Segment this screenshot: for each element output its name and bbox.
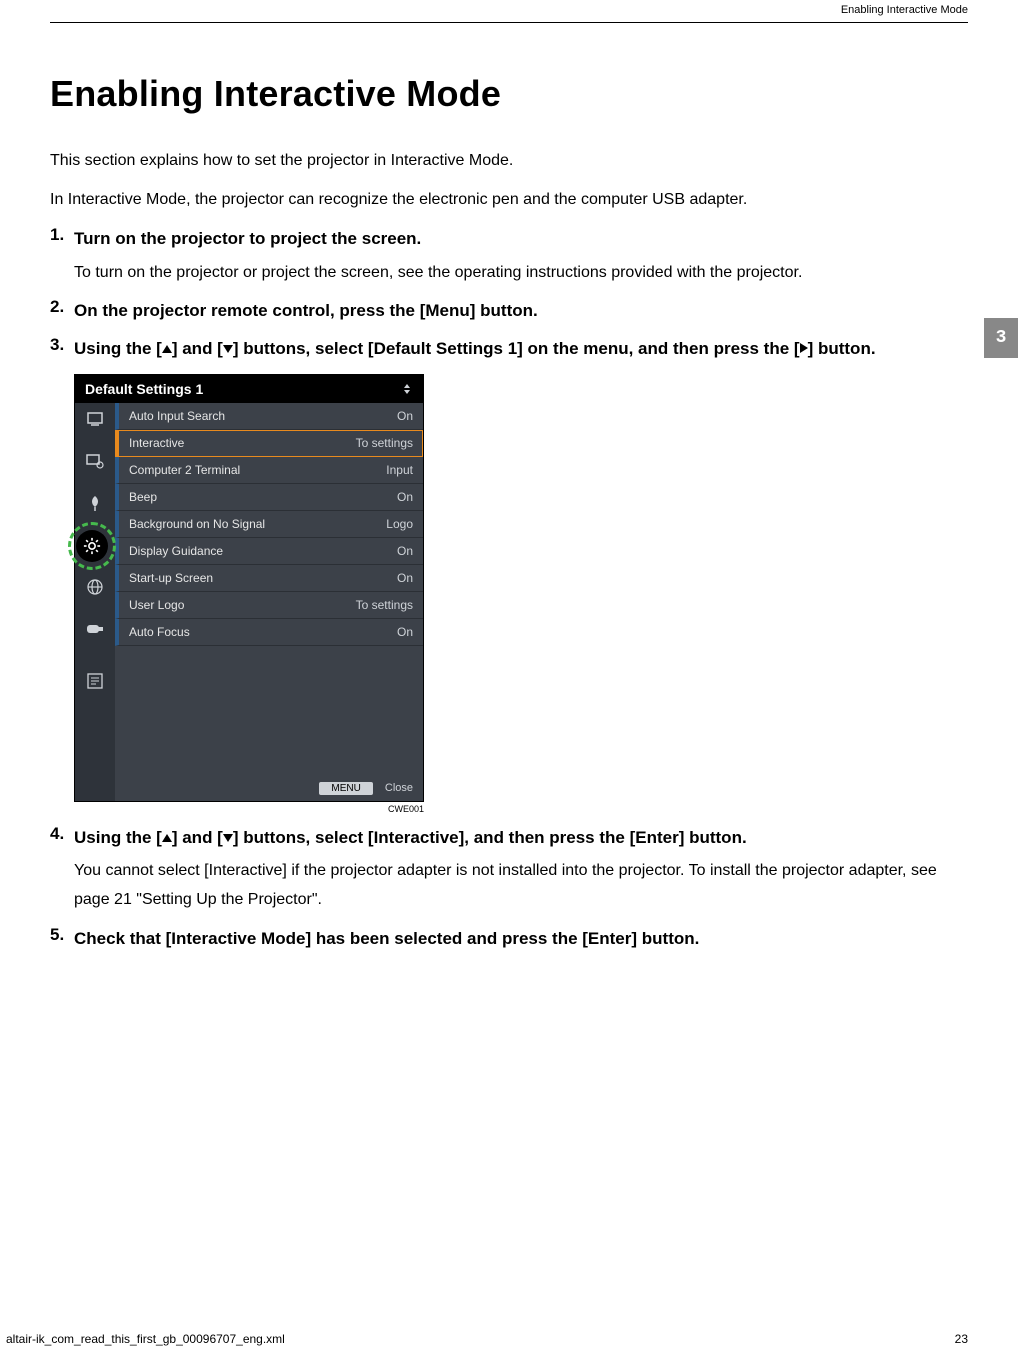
up-triangle-icon [162,834,172,842]
page-title: Enabling Interactive Mode [50,73,968,115]
menu-row-label: Interactive [129,436,184,450]
figure-caption: CWE001 [74,802,424,814]
menu-row[interactable]: Auto Focus On [115,619,423,646]
step-body: You cannot select [Interactive] if the p… [74,857,968,915]
step-number: 2. [50,297,64,317]
footer-filename: altair-ik_com_read_this_first_gb_0009670… [6,1332,285,1346]
step-1: 1. Turn on the projector to project the … [74,225,968,287]
menu-row-label: Display Guidance [129,544,223,558]
down-triangle-icon [223,834,233,842]
menu-empty-area [115,646,423,776]
menu-row[interactable]: Auto Input Search On [115,403,423,430]
chapter-tab: 3 [984,318,1018,358]
text-fragment: ] buttons, select [Default Settings 1] o… [233,339,800,358]
screen-icon [85,409,105,429]
text-fragment: ] and [ [172,828,223,847]
right-triangle-icon [800,343,808,353]
menu-row[interactable]: Computer 2 Terminal Input [115,457,423,484]
down-triangle-icon [223,345,233,353]
text-fragment: Using the [ [74,339,162,358]
breadcrumb: Enabling Interactive Mode [841,4,968,22]
step-heading: Using the [ ] and [ ] buttons, select [Int… [74,824,968,851]
menu-sidebar-icons [75,403,115,801]
gear-1-icon [76,530,108,562]
menu-row-value: To settings [356,598,413,612]
menu-row-value: On [397,625,413,639]
text-fragment: ] button. [808,339,876,358]
menu-row-value: Input [386,463,413,477]
usb-icon [85,619,105,639]
menu-row[interactable]: Background on No Signal Logo [115,511,423,538]
menu-footer: MENU Close [115,776,423,801]
menu-rows: Auto Input Search On Interactive To settin… [115,403,423,801]
intro-paragraph-1: This section explains how to set the pro… [50,147,968,174]
menu-row-label: Auto Focus [129,625,190,639]
menu-row[interactable]: Beep On [115,484,423,511]
menu-row[interactable]: User Logo To settings [115,592,423,619]
menu-row[interactable]: Display Guidance On [115,538,423,565]
footer-page-number: 23 [955,1332,968,1346]
menu-row-value: On [397,409,413,423]
step-2: 2. On the projector remote control, pres… [74,297,968,324]
text-fragment: Using the [ [74,828,162,847]
menu-title-bar: Default Settings 1 [75,375,423,403]
menu-row[interactable]: Start-up Screen On [115,565,423,592]
menu-row-label: Start-up Screen [129,571,213,585]
text-fragment: ] buttons, select [Interactive], and the… [233,828,747,847]
scroll-indicator-icon [401,383,413,395]
step-4: 4. Using the [] and [] buttons, select [… [74,824,968,915]
network-icon [85,577,105,597]
menu-close-label: Close [385,782,413,794]
step-number: 1. [50,225,64,245]
intro-paragraph-2: In Interactive Mode, the projector can r… [50,186,968,213]
screen-gear-icon [85,451,105,471]
page-footer: altair-ik_com_read_this_first_gb_0009670… [0,1332,1018,1346]
step-heading: Check that [Interactive Mode] has been s… [74,925,968,952]
menu-row-value: On [397,544,413,558]
info-icon [85,671,105,691]
step-3: 3. Using the [] and [] buttons, select [… [74,335,968,814]
menu-screenshot: Default Settings 1 [74,374,424,814]
menu-title-text: Default Settings 1 [85,381,203,397]
menu-row-label: User Logo [129,598,184,612]
menu-row-label: Beep [129,490,157,504]
menu-row-value: To settings [356,436,413,450]
menu-row-value: On [397,571,413,585]
menu-row-label: Background on No Signal [129,517,265,531]
step-heading: On the projector remote control, press t… [74,297,968,324]
step-body: To turn on the projector or project the … [74,259,968,288]
horizontal-rule [50,22,968,23]
step-number: 5. [50,925,64,945]
step-number: 3. [50,335,64,355]
menu-row-value: Logo [386,517,413,531]
menu-row-value: On [397,490,413,504]
step-heading: Using the [ ] and [ ] buttons, select [Def… [74,335,968,362]
up-triangle-icon [162,345,172,353]
eco-icon [85,493,105,513]
step-number: 4. [50,824,64,844]
menu-row-selected[interactable]: Interactive To settings [115,430,423,457]
menu-row-label: Auto Input Search [129,409,225,423]
step-heading: Turn on the projector to project the scr… [74,225,968,252]
menu-row-label: Computer 2 Terminal [129,463,240,477]
menu-button[interactable]: MENU [319,782,372,795]
step-5: 5. Check that [Interactive Mode] has bee… [74,925,968,952]
text-fragment: ] and [ [172,339,223,358]
